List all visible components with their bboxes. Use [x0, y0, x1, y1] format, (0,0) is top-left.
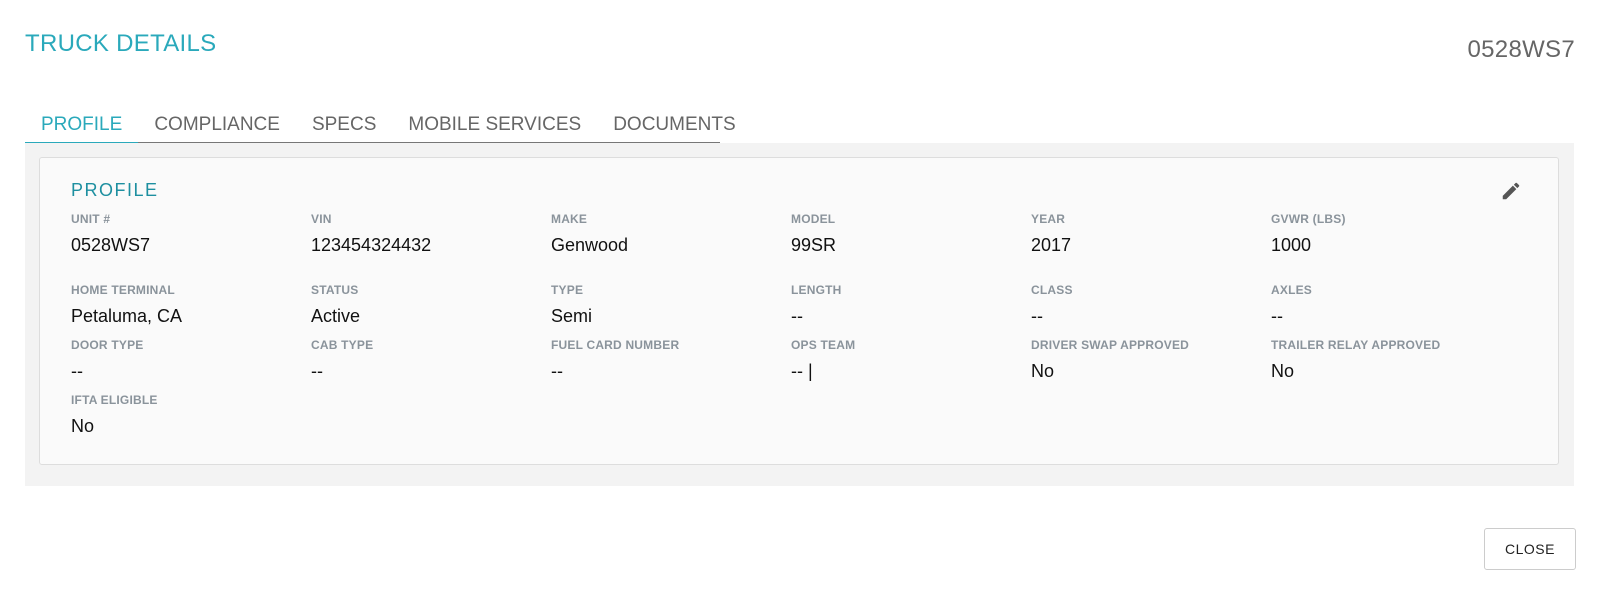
field-make: MAKE Genwood	[551, 212, 791, 256]
field-value: 0528WS7	[71, 235, 151, 255]
profile-card: PROFILE UNIT # 0528WS7 VIN 123454324432 …	[39, 157, 1559, 465]
field-vin: VIN 123454324432	[311, 212, 551, 256]
field-label: UNIT #	[71, 212, 111, 226]
tab-mobile-services[interactable]: MOBILE SERVICES	[392, 112, 597, 142]
field-label: CAB TYPE	[311, 338, 374, 352]
field-value: --	[1271, 306, 1283, 326]
field-value: 123454324432	[311, 235, 432, 255]
field-cab-type: CAB TYPE --	[311, 338, 551, 382]
field-label: FUEL CARD NUMBER	[551, 338, 680, 352]
tab-specs[interactable]: SPECS	[296, 112, 392, 142]
field-label: TYPE	[551, 283, 584, 297]
field-type: TYPE Semi	[551, 283, 791, 327]
field-ifta-eligible: IFTA ELIGIBLE No	[71, 393, 311, 437]
field-model: MODEL 99SR	[791, 212, 1031, 256]
field-label: DRIVER SWAP APPROVED	[1031, 338, 1190, 352]
pencil-icon[interactable]	[1500, 180, 1522, 202]
field-value: --	[311, 361, 323, 381]
field-value: --	[791, 306, 803, 326]
field-length: LENGTH --	[791, 283, 1031, 327]
tab-profile[interactable]: PROFILE	[25, 112, 139, 144]
field-value: Genwood	[551, 235, 629, 255]
field-value: No	[1271, 361, 1295, 381]
field-class: CLASS --	[1031, 283, 1271, 327]
field-value: Petaluma, CA	[71, 306, 183, 326]
field-label: DOOR TYPE	[71, 338, 144, 352]
field-ops-team: OPS TEAM -- |	[791, 338, 1031, 382]
field-gvwr: GVWR (LBS) 1000	[1271, 212, 1511, 256]
truck-details-dialog: TRUCK DETAILS 0528WS7 PROFILE COMPLIANCE…	[0, 0, 1600, 599]
field-status: STATUS Active	[311, 283, 551, 327]
field-home-terminal: HOME TERMINAL Petaluma, CA	[71, 283, 311, 327]
field-unit: UNIT # 0528WS7	[71, 212, 311, 256]
field-axles: AXLES --	[1271, 283, 1511, 327]
field-value: 1000	[1271, 235, 1312, 255]
page-title: TRUCK DETAILS	[25, 30, 217, 57]
field-label: STATUS	[311, 283, 359, 297]
field-label: MAKE	[551, 212, 588, 226]
field-driver-swap-approved: DRIVER SWAP APPROVED No	[1031, 338, 1271, 382]
field-value: --	[1031, 306, 1043, 326]
field-value: -- |	[791, 361, 813, 381]
tab-panel: PROFILE UNIT # 0528WS7 VIN 123454324432 …	[25, 143, 1574, 486]
field-label: TRAILER RELAY APPROVED	[1271, 338, 1441, 352]
field-label: YEAR	[1031, 212, 1066, 226]
field-value: --	[551, 361, 563, 381]
pencil-icon-graphic	[1502, 182, 1520, 200]
field-fuel-card-number: FUEL CARD NUMBER --	[551, 338, 791, 382]
field-value: --	[71, 361, 83, 381]
profile-section-title: PROFILE	[71, 180, 159, 200]
field-door-type: DOOR TYPE --	[71, 338, 311, 382]
field-value: 99SR	[791, 235, 837, 255]
field-value: Semi	[551, 306, 593, 326]
field-value: 2017	[1031, 235, 1072, 255]
close-button[interactable]: CLOSE	[1484, 528, 1576, 570]
field-trailer-relay-approved: TRAILER RELAY APPROVED No	[1271, 338, 1511, 382]
field-label: CLASS	[1031, 283, 1073, 297]
tab-documents[interactable]: DOCUMENTS	[597, 112, 751, 142]
field-label: AXLES	[1271, 283, 1313, 297]
field-year: YEAR 2017	[1031, 212, 1271, 256]
tab-bar: PROFILE COMPLIANCE SPECS MOBILE SERVICES…	[25, 112, 736, 144]
field-label: HOME TERMINAL	[71, 283, 175, 297]
field-label: OPS TEAM	[791, 338, 856, 352]
field-value: No	[71, 416, 95, 436]
field-label: MODEL	[791, 212, 836, 226]
field-label: VIN	[311, 212, 332, 226]
field-label: IFTA ELIGIBLE	[71, 393, 158, 407]
field-label: LENGTH	[791, 283, 842, 297]
tab-compliance[interactable]: COMPLIANCE	[138, 112, 296, 142]
field-label: GVWR (LBS)	[1271, 212, 1346, 226]
field-value: Active	[311, 306, 361, 326]
field-value: No	[1031, 361, 1055, 381]
truck-unit-id: 0528WS7	[1467, 36, 1575, 63]
